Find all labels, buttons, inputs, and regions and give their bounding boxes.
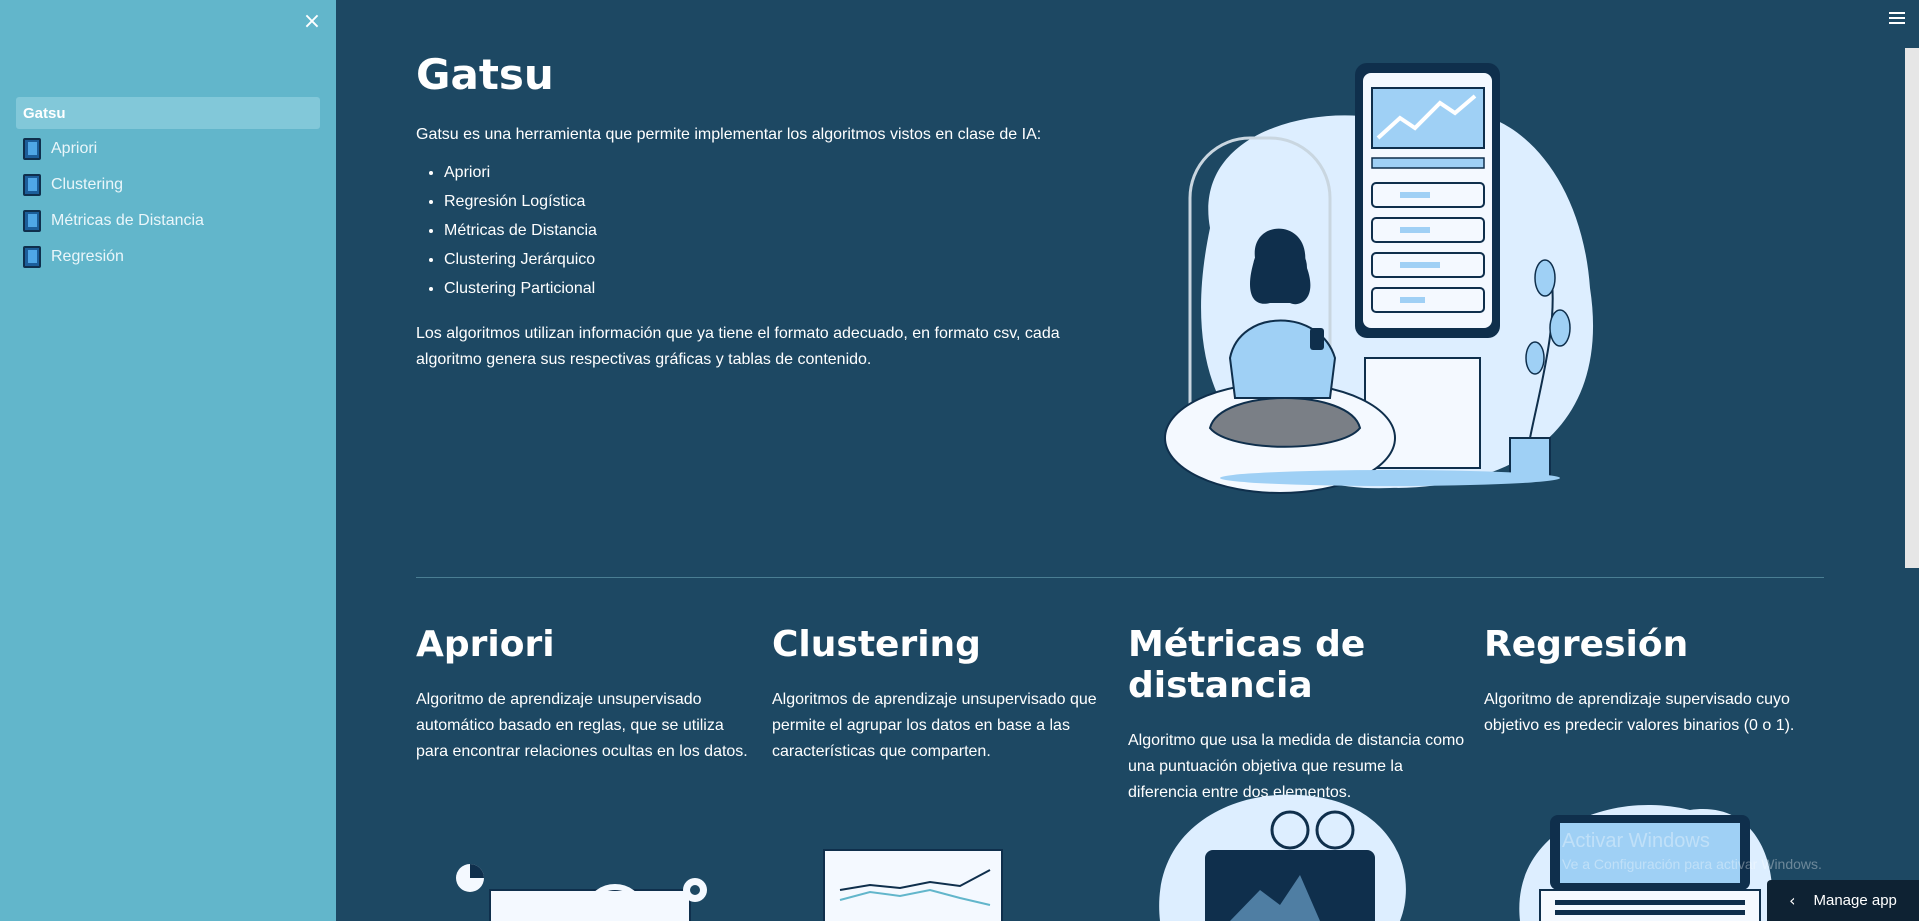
sidebar-item-label: Regresión	[51, 248, 124, 265]
sidebar: × Gatsu Apriori Clustering Métricas de D…	[0, 0, 336, 921]
watermark-title: Activar Windows	[1562, 830, 1710, 852]
sidebar-item-label: Apriori	[51, 140, 98, 157]
book-icon	[23, 138, 41, 160]
card-text: Algoritmo de aprendizaje unsupervisado a…	[416, 691, 748, 760]
sidebar-item-label: Métricas de Distancia	[51, 212, 204, 229]
list-item: Clustering Particional	[444, 274, 1096, 303]
sidebar-nav: Gatsu Apriori Clustering Métricas de Dis…	[16, 97, 320, 277]
card-title: Métricas de distancia	[1128, 624, 1366, 706]
card-text: Algoritmos de aprendizaje unsupervisado …	[772, 691, 1097, 760]
sidebar-item-label: Gatsu	[23, 104, 66, 122]
book-icon	[23, 246, 41, 268]
list-item: Clustering Jerárquico	[444, 245, 1096, 274]
sidebar-item-gatsu[interactable]: Gatsu	[16, 97, 320, 129]
apriori-illustration	[456, 864, 707, 921]
section-divider	[416, 577, 1824, 578]
card-title: Clustering	[772, 624, 981, 665]
card-apriori: Apriori Algoritmo de aprendizaje unsuper…	[416, 624, 756, 765]
metricas-illustration	[1159, 794, 1406, 921]
close-icon[interactable]: ×	[300, 10, 324, 34]
manage-app-button[interactable]: ‹ Manage app	[1767, 880, 1919, 921]
card-title: Apriori	[416, 624, 555, 665]
clustering-illustration	[823, 849, 1003, 921]
card-text: Algoritmo de aprendizaje supervisado cuy…	[1484, 691, 1795, 734]
sidebar-item-metricas[interactable]: Métricas de Distancia	[16, 205, 320, 237]
scrollbar[interactable]	[1905, 48, 1919, 568]
card-title: Regresión	[1484, 624, 1689, 665]
chevron-left-icon: ‹	[1789, 891, 1796, 910]
book-icon	[23, 174, 41, 196]
woman-with-phone-illustration	[1164, 63, 1594, 494]
manage-app-label: Manage app	[1813, 892, 1897, 909]
intro-section: Gatsu es una herramienta que permite imp…	[416, 122, 1096, 315]
sidebar-item-label: Clustering	[51, 176, 124, 193]
list-item: Métricas de Distancia	[444, 216, 1096, 245]
intro-text: Gatsu es una herramienta que permite imp…	[416, 126, 1042, 143]
sidebar-item-regresion[interactable]: Regresión	[16, 241, 320, 273]
outro-text: Los algoritmos utilizan información que …	[416, 325, 1060, 368]
card-clustering: Clustering Algoritmos de aprendizaje uns…	[772, 624, 1112, 765]
page-title: Gatsu	[416, 50, 554, 99]
sidebar-item-apriori[interactable]: Apriori	[16, 133, 320, 165]
sidebar-item-clustering[interactable]: Clustering	[16, 169, 320, 201]
list-item: Regresión Logística	[444, 187, 1096, 216]
card-metricas: Métricas de distancia Algoritmo que usa …	[1128, 624, 1468, 806]
list-item: Apriori	[444, 158, 1096, 187]
watermark-subtitle: Ve a Configuración para activar Windows.	[1562, 856, 1822, 872]
book-icon	[23, 210, 41, 232]
card-regresion: Regresión Algoritmo de aprendizaje super…	[1484, 624, 1824, 739]
algorithm-list: Apriori Regresión Logística Métricas de …	[416, 158, 1096, 303]
hamburger-menu-icon[interactable]	[1889, 12, 1905, 27]
